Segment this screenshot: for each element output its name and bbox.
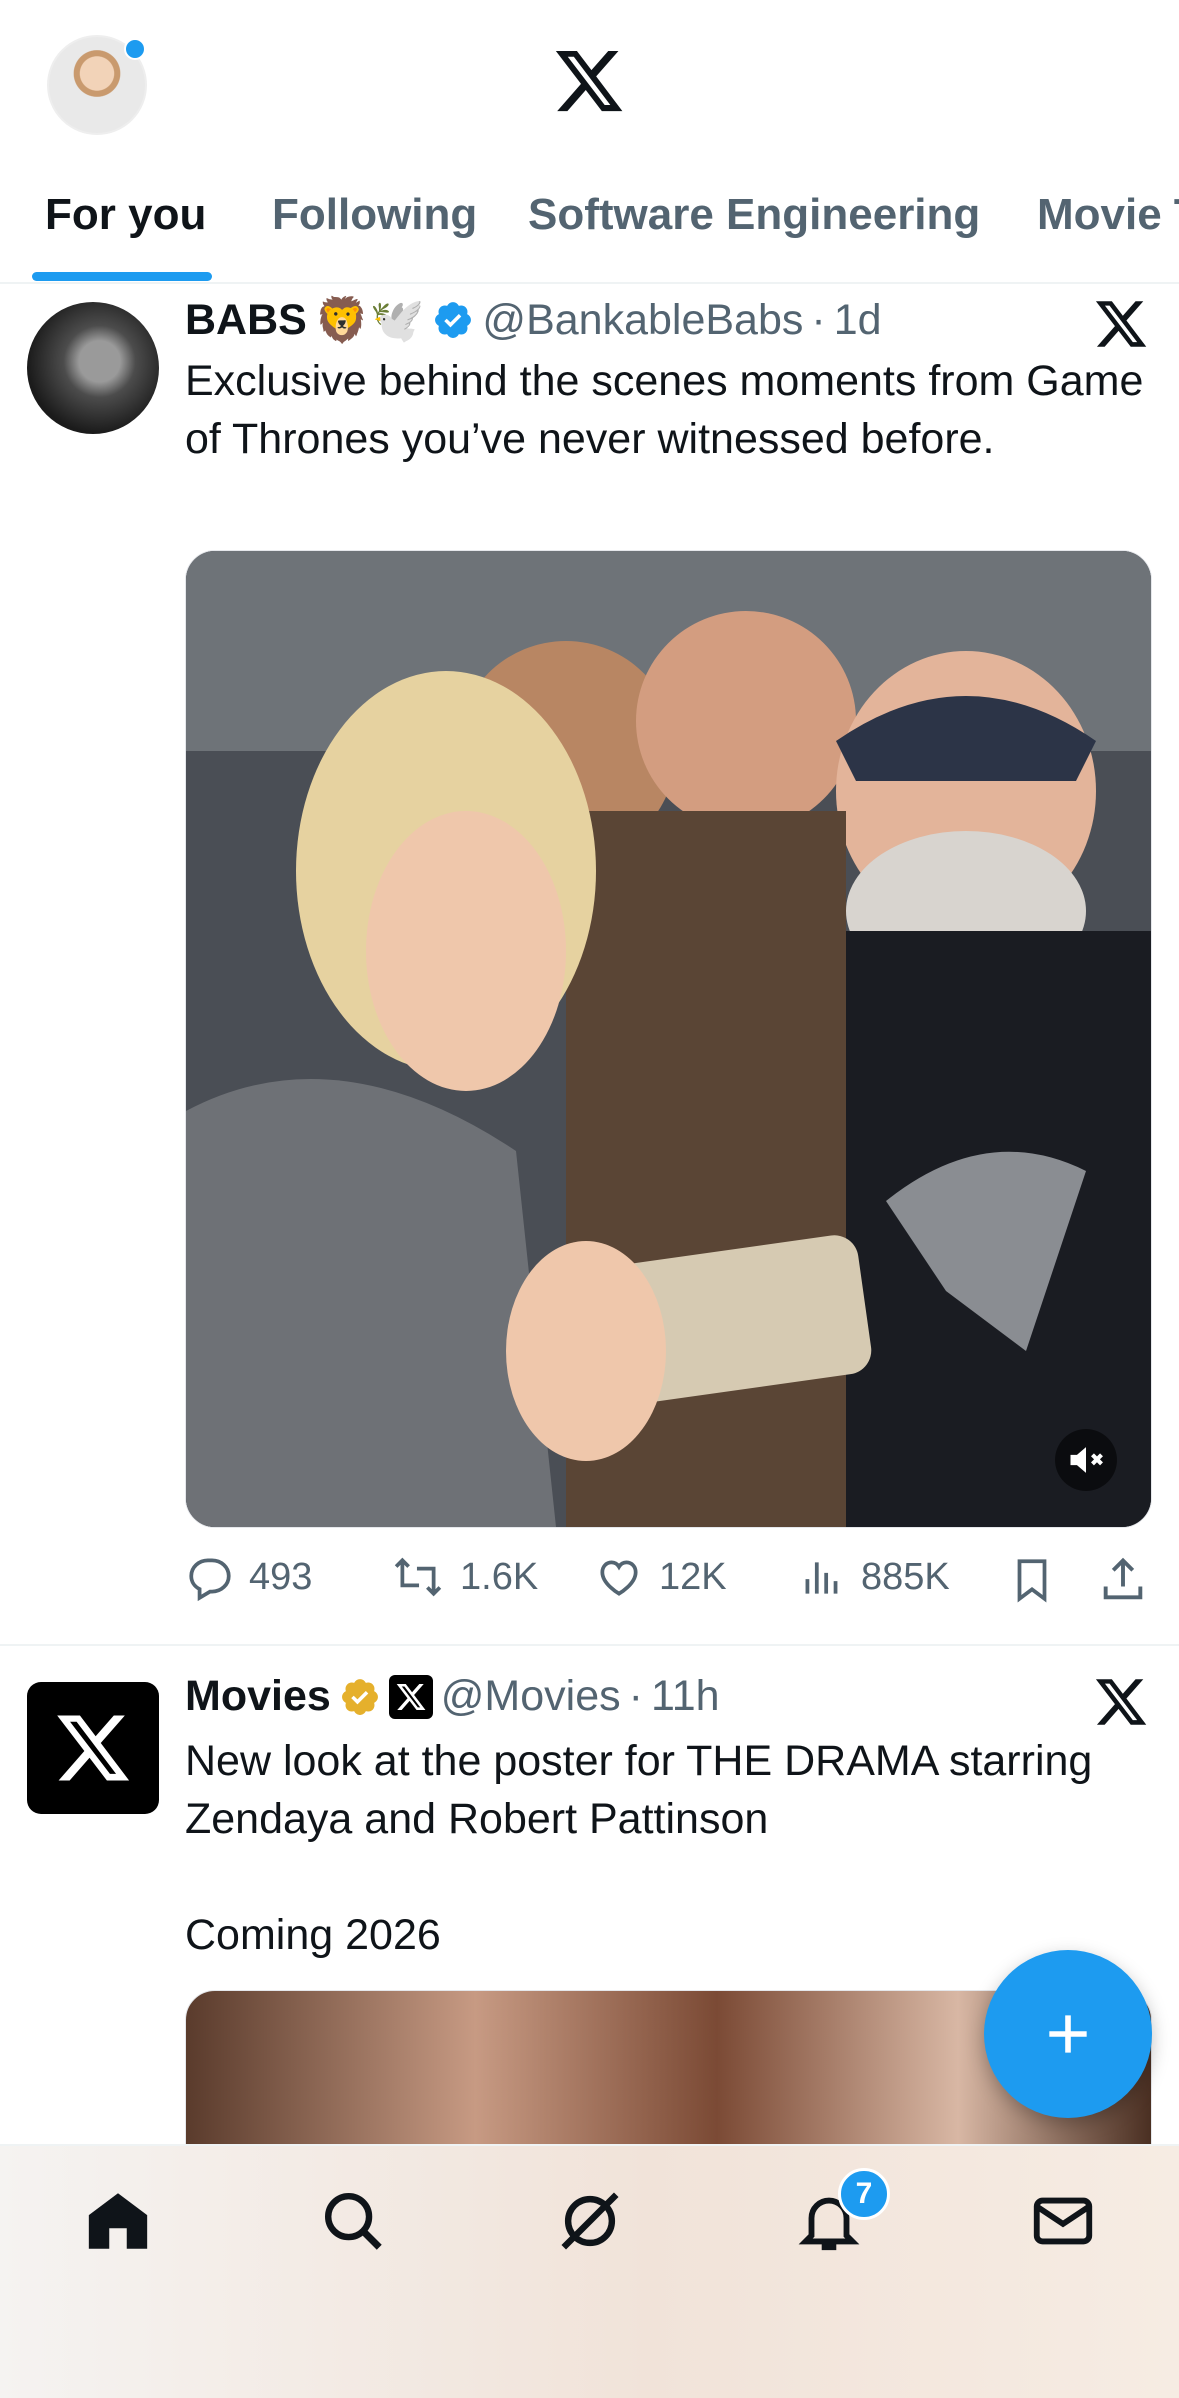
post-video[interactable] bbox=[185, 550, 1152, 1528]
post-header: Movies @Movies · 11h bbox=[185, 1672, 720, 1721]
views-button[interactable]: 885K bbox=[797, 1552, 950, 1602]
mute-icon[interactable] bbox=[1055, 1429, 1117, 1491]
search-icon[interactable] bbox=[318, 2186, 388, 2256]
author-avatar[interactable] bbox=[27, 1682, 159, 1814]
close-icon[interactable] bbox=[1093, 1674, 1149, 1730]
home-icon[interactable] bbox=[83, 2186, 153, 2256]
author-name[interactable]: Movies bbox=[185, 1672, 331, 1721]
x-logo[interactable] bbox=[552, 44, 626, 118]
reply-icon bbox=[189, 1558, 231, 1602]
post-actions: 493 1.6K 12K 885K bbox=[185, 1552, 1150, 1612]
post[interactable]: BABS 🦁🕊️ @BankableBabs · 1d Exclusive be… bbox=[0, 284, 1179, 1644]
tab-movie[interactable]: Movie T bbox=[1037, 190, 1179, 240]
author-avatar[interactable] bbox=[27, 302, 159, 434]
post-divider bbox=[0, 1644, 1179, 1646]
grok-icon[interactable] bbox=[555, 2186, 625, 2256]
tab-software-engineering[interactable]: Software Engineering bbox=[528, 190, 980, 240]
tab-following[interactable]: Following bbox=[272, 190, 477, 240]
plus-icon bbox=[1049, 2015, 1087, 2053]
video-frame bbox=[186, 551, 1151, 1527]
x-logo bbox=[57, 1715, 130, 1781]
share-icon[interactable] bbox=[1097, 1554, 1149, 1606]
post-header: BABS 🦁🕊️ @BankableBabs · 1d bbox=[185, 294, 882, 346]
verified-badge-icon bbox=[435, 302, 472, 338]
active-tab-indicator bbox=[32, 272, 212, 281]
views-icon bbox=[805, 1562, 838, 1594]
like-count: 12K bbox=[659, 1555, 727, 1598]
separator-dot: · bbox=[811, 295, 826, 344]
separator-dot: · bbox=[628, 1672, 643, 1720]
compose-button[interactable] bbox=[984, 1950, 1152, 2118]
author-handle[interactable]: @Movies bbox=[441, 1672, 621, 1721]
repost-icon bbox=[394, 1557, 442, 1597]
gold-verified-badge-icon bbox=[341, 1678, 378, 1715]
like-button[interactable]: 12K bbox=[593, 1552, 727, 1602]
bookmark-icon[interactable] bbox=[1007, 1554, 1057, 1606]
repost-button[interactable]: 1.6K bbox=[390, 1552, 538, 1602]
reply-button[interactable]: 493 bbox=[185, 1552, 312, 1602]
author-handle[interactable]: @BankableBabs bbox=[482, 296, 803, 345]
bottom-navigation bbox=[0, 2144, 1179, 2398]
reply-count: 493 bbox=[249, 1555, 313, 1598]
post-text: Exclusive behind the scenes moments from… bbox=[185, 357, 1156, 463]
post-time[interactable]: 11h bbox=[651, 1672, 720, 1721]
mail-icon[interactable] bbox=[1028, 2186, 1098, 2256]
post-text: New look at the poster for THE DRAMA sta… bbox=[185, 1737, 1093, 1959]
like-icon bbox=[600, 1560, 638, 1596]
notifications-badge: 7 bbox=[838, 2168, 890, 2220]
post-time[interactable]: 1d bbox=[834, 296, 882, 345]
top-bar bbox=[0, 0, 1179, 170]
author-name[interactable]: BABS bbox=[185, 296, 307, 345]
affiliate-x-badge-icon bbox=[388, 1674, 433, 1719]
name-emojis: 🦁🕊️ bbox=[314, 296, 425, 345]
tab-for-you[interactable]: For you bbox=[45, 190, 206, 240]
unread-dot bbox=[124, 38, 146, 60]
repost-count: 1.6K bbox=[460, 1555, 539, 1598]
close-icon[interactable] bbox=[1093, 296, 1149, 352]
timeline-tabs: For you Following Software Engineering M… bbox=[0, 170, 1179, 284]
views-count: 885K bbox=[861, 1555, 950, 1598]
